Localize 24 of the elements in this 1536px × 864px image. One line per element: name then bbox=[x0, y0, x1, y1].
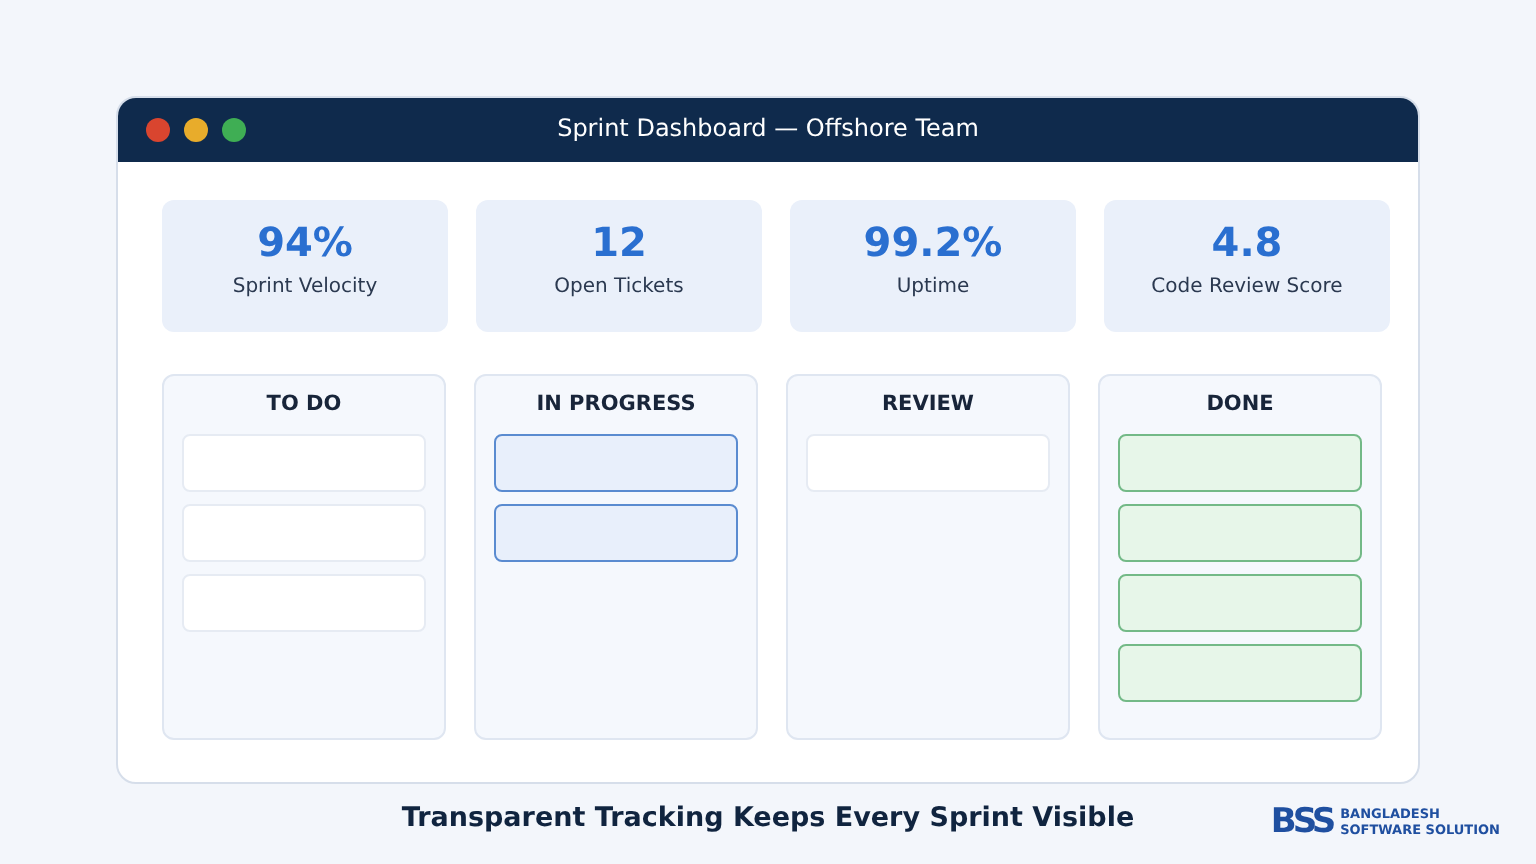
column-title: IN PROGRESS bbox=[534, 390, 698, 420]
stat-value: 94% bbox=[257, 218, 353, 266]
task-card[interactable] bbox=[494, 434, 738, 492]
stat-label: Uptime bbox=[896, 276, 970, 298]
stat-value: 99.2% bbox=[863, 218, 1003, 266]
stat-label: Open Tickets bbox=[554, 276, 684, 298]
task-card[interactable] bbox=[1118, 574, 1362, 632]
column-title: TO DO bbox=[264, 390, 344, 420]
column-title: DONE bbox=[1204, 390, 1276, 420]
close-dot[interactable] bbox=[146, 118, 170, 142]
maximize-dot[interactable] bbox=[222, 118, 246, 142]
task-card[interactable] bbox=[1118, 504, 1362, 562]
column-title: REVIEW bbox=[879, 390, 977, 420]
logo-mark: BSS bbox=[1270, 802, 1333, 842]
task-card[interactable] bbox=[1118, 434, 1362, 492]
stat-value: 12 bbox=[591, 218, 647, 266]
stat-value: 4.8 bbox=[1211, 218, 1283, 266]
stat-label: Code Review Score bbox=[1151, 276, 1343, 298]
window-title: Sprint Dashboard — Offshore Team bbox=[557, 114, 979, 142]
caption: Transparent Tracking Keeps Every Sprint Visible bbox=[401, 802, 1135, 834]
task-card[interactable] bbox=[1118, 644, 1362, 702]
stat-label: Sprint Velocity bbox=[232, 276, 378, 298]
task-card[interactable] bbox=[494, 504, 738, 562]
minimize-dot[interactable] bbox=[184, 118, 208, 142]
